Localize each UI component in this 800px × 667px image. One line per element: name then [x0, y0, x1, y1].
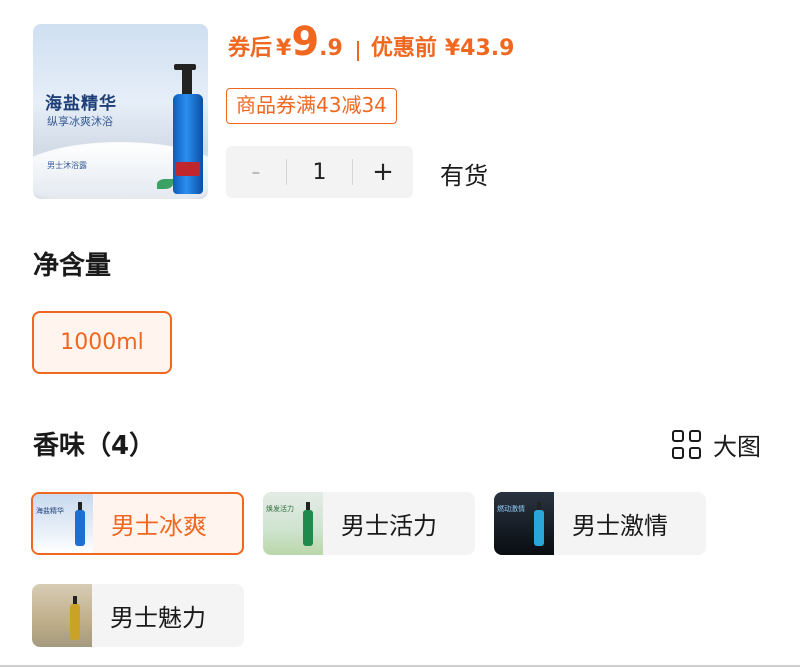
decrease-quantity-button[interactable]: -	[226, 146, 286, 198]
scent-section-title: 香味（4）	[33, 431, 156, 461]
after-coupon-label: 券后	[228, 36, 273, 61]
quantity-value[interactable]: 1	[287, 160, 352, 185]
scent-option-label: 男士魅力	[110, 604, 206, 632]
scent-option-charm[interactable]: 男士魅力	[32, 584, 244, 647]
scent-option-label: 男士激情	[572, 512, 668, 540]
volume-option-1000ml[interactable]: 1000ml	[32, 311, 172, 374]
increase-quantity-button[interactable]: +	[353, 146, 413, 198]
scent-thumbnail-text: 焕发活力	[266, 505, 294, 513]
bottle-image	[534, 502, 544, 546]
bottle-image	[303, 502, 313, 546]
product-bottle-image	[173, 64, 203, 194]
price-row: 券后 ¥ 9 .9 优惠前 ¥43.9	[228, 22, 514, 72]
product-thumbnail[interactable]: 海盐精华 纵享冰爽沐浴 男士沐浴露	[33, 24, 208, 199]
scent-option-cool[interactable]: 海盐精华 男士冰爽	[31, 492, 244, 555]
quantity-stepper: - 1 +	[226, 146, 413, 198]
scent-option-vitality[interactable]: 焕发活力 男士活力	[263, 492, 475, 555]
sku-selector-panel: 海盐精华 纵享冰爽沐浴 男士沐浴露 券后 ¥ 9 .9 优惠前 ¥43.9 商品…	[0, 0, 800, 667]
big-image-label: 大图	[713, 433, 761, 461]
currency-symbol: ¥	[276, 36, 292, 61]
volume-section-title: 净含量	[33, 251, 112, 281]
thumbnail-subtitle: 纵享冰爽沐浴	[47, 115, 113, 128]
scent-option-thumbnail: 燃动激情	[494, 492, 554, 555]
scent-option-passion[interactable]: 燃动激情 男士激情	[494, 492, 706, 555]
scent-option-thumbnail: 焕发活力	[263, 492, 323, 555]
thumbnail-title: 海盐精华	[45, 94, 117, 114]
scent-thumbnail-text: 燃动激情	[497, 505, 525, 513]
before-discount-label: 优惠前	[370, 36, 437, 61]
stock-status: 有货	[440, 162, 488, 190]
mint-leaf-image	[157, 179, 173, 189]
scent-option-label: 男士活力	[341, 512, 437, 540]
price-divider	[356, 41, 359, 61]
scent-thumbnail-text: 海盐精华	[36, 507, 64, 515]
after-coupon-price-decimal: .9	[319, 36, 343, 61]
after-coupon-price-integer: 9	[291, 19, 320, 65]
scent-option-thumbnail: 海盐精华	[33, 494, 93, 553]
scent-option-label: 男士冰爽	[111, 512, 207, 540]
grid-icon	[672, 430, 701, 459]
scent-option-thumbnail	[32, 584, 92, 647]
thumbnail-tag: 男士沐浴露	[47, 161, 87, 170]
big-image-toggle[interactable]: 大图	[672, 427, 761, 462]
bottle-image	[70, 596, 80, 640]
bottle-image	[75, 502, 85, 546]
before-discount-price: ¥43.9	[444, 36, 515, 61]
coupon-badge: 商品券满43减34	[226, 88, 397, 124]
